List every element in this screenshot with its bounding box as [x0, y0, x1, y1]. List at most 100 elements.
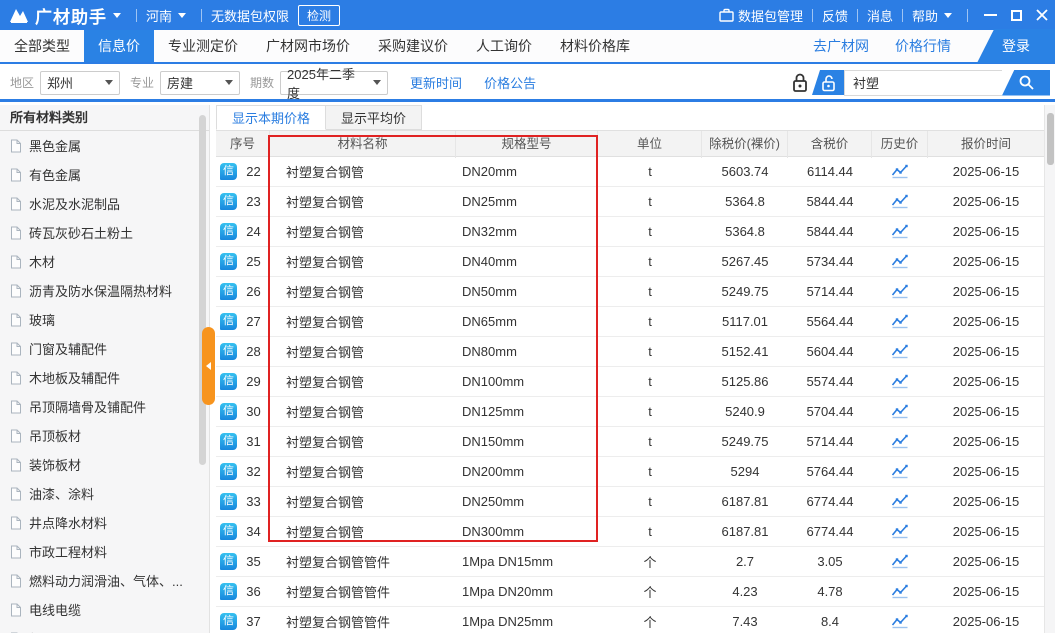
- history-chart-icon[interactable]: [891, 224, 909, 239]
- table-scrollbar[interactable]: [1044, 105, 1055, 633]
- table-row[interactable]: 信24衬塑复合钢管DN32mmt5364.85844.442025-06-15: [216, 217, 1044, 247]
- history-price-cell[interactable]: [872, 344, 928, 359]
- history-chart-icon[interactable]: [891, 314, 909, 329]
- nav-tab-0[interactable]: 全部类型: [0, 30, 84, 62]
- history-chart-icon[interactable]: [891, 524, 909, 539]
- sidebar-scrollbar-thumb[interactable]: [199, 115, 206, 465]
- nav-tab-3[interactable]: 广材网市场价: [252, 30, 364, 62]
- fuzzy-unlock-button[interactable]: [812, 70, 844, 95]
- history-price-cell[interactable]: [872, 194, 928, 209]
- history-price-cell[interactable]: [872, 224, 928, 239]
- history-chart-icon[interactable]: [891, 164, 909, 179]
- sidebar-item[interactable]: 砖瓦灰砂石土粉土: [0, 218, 209, 247]
- sidebar-item[interactable]: 有色金属: [0, 160, 209, 189]
- search-input[interactable]: [844, 70, 1002, 96]
- history-price-cell[interactable]: [872, 524, 928, 539]
- sidebar-item[interactable]: 门窗及辅配件: [0, 334, 209, 363]
- table-row[interactable]: 信35衬塑复合钢管管件1Mpa DN15mm个2.73.052025-06-15: [216, 547, 1044, 577]
- history-chart-icon[interactable]: [891, 404, 909, 419]
- sidebar-item[interactable]: 木地板及辅配件: [0, 363, 209, 392]
- table-scrollbar-thumb[interactable]: [1047, 113, 1054, 165]
- table-row[interactable]: 信32衬塑复合钢管DN200mmt52945764.442025-06-15: [216, 457, 1044, 487]
- goto-gcw-link[interactable]: 去广材网: [813, 36, 869, 56]
- history-price-cell[interactable]: [872, 284, 928, 299]
- major-select[interactable]: 房建: [160, 71, 240, 95]
- sidebar-item[interactable]: 黑色金属: [0, 131, 209, 160]
- nav-tab-5[interactable]: 人工询价: [462, 30, 546, 62]
- history-price-cell[interactable]: [872, 464, 928, 479]
- help-menu[interactable]: 帮助: [912, 6, 958, 25]
- message-link[interactable]: 消息: [867, 6, 893, 25]
- table-row[interactable]: 信30衬塑复合钢管DN125mmt5240.95704.442025-06-15: [216, 397, 1044, 427]
- price-quotes-link[interactable]: 价格行情: [895, 36, 951, 56]
- table-row[interactable]: 信26衬塑复合钢管DN50mmt5249.755714.442025-06-15: [216, 277, 1044, 307]
- nav-tab-6[interactable]: 材料价格库: [546, 30, 644, 62]
- history-price-cell[interactable]: [872, 554, 928, 569]
- history-price-cell[interactable]: [872, 254, 928, 269]
- sidebar-item[interactable]: 电线电缆: [0, 595, 209, 624]
- sidebar-item[interactable]: 吊顶隔墙骨及铺配件: [0, 392, 209, 421]
- nav-tab-1[interactable]: 信息价: [84, 30, 154, 62]
- sidebar-collapse-handle[interactable]: [202, 327, 215, 405]
- table-row[interactable]: 信33衬塑复合钢管DN250mmt6187.816774.442025-06-1…: [216, 487, 1044, 517]
- table-row[interactable]: 信23衬塑复合钢管DN25mmt5364.85844.442025-06-15: [216, 187, 1044, 217]
- history-chart-icon[interactable]: [891, 284, 909, 299]
- view-tab-1[interactable]: 显示平均价: [326, 105, 422, 130]
- app-caret-icon[interactable]: [113, 13, 121, 18]
- sidebar-item[interactable]: 井点降水材料: [0, 508, 209, 537]
- feedback-link[interactable]: 反馈: [822, 6, 848, 25]
- check-permission-button[interactable]: 检测: [298, 5, 340, 26]
- sidebar-item[interactable]: 沥青及防水保温隔热材料: [0, 276, 209, 305]
- table-row[interactable]: 信25衬塑复合钢管DN40mmt5267.455734.442025-06-15: [216, 247, 1044, 277]
- province-selector[interactable]: 河南: [146, 6, 192, 25]
- search-button[interactable]: [1002, 70, 1050, 96]
- history-price-cell[interactable]: [872, 614, 928, 629]
- nav-tab-4[interactable]: 采购建议价: [364, 30, 462, 62]
- sidebar-item[interactable]: 燃料动力润滑油、气体、...: [0, 566, 209, 595]
- sidebar-item[interactable]: 市政工程材料: [0, 537, 209, 566]
- sidebar-item[interactable]: 灯具: [0, 624, 209, 633]
- history-price-cell[interactable]: [872, 374, 928, 389]
- maximize-button[interactable]: [1003, 0, 1029, 30]
- minimize-button[interactable]: [977, 0, 1003, 30]
- view-tab-0[interactable]: 显示本期价格: [216, 105, 326, 130]
- table-row[interactable]: 信29衬塑复合钢管DN100mmt5125.865574.442025-06-1…: [216, 367, 1044, 397]
- update-time-link[interactable]: 更新时间: [410, 73, 462, 92]
- history-price-cell[interactable]: [872, 404, 928, 419]
- close-button[interactable]: [1029, 0, 1055, 30]
- sidebar-item[interactable]: 玻璃: [0, 305, 209, 334]
- nav-tab-2[interactable]: 专业测定价: [154, 30, 252, 62]
- region-select[interactable]: 郑州: [40, 71, 120, 95]
- sidebar-item[interactable]: 木材: [0, 247, 209, 276]
- package-manage-link[interactable]: 数据包管理: [719, 6, 803, 25]
- table-row[interactable]: 信37衬塑复合钢管管件1Mpa DN25mm个7.438.42025-06-15: [216, 607, 1044, 633]
- history-chart-icon[interactable]: [891, 554, 909, 569]
- history-chart-icon[interactable]: [891, 434, 909, 449]
- history-chart-icon[interactable]: [891, 254, 909, 269]
- table-row[interactable]: 信28衬塑复合钢管DN80mmt5152.415604.442025-06-15: [216, 337, 1044, 367]
- history-price-cell[interactable]: [872, 314, 928, 329]
- history-price-cell[interactable]: [872, 434, 928, 449]
- history-price-cell[interactable]: [872, 584, 928, 599]
- table-row[interactable]: 信36衬塑复合钢管管件1Mpa DN20mm个4.234.782025-06-1…: [216, 577, 1044, 607]
- price-notice-link[interactable]: 价格公告: [484, 73, 536, 92]
- history-price-cell[interactable]: [872, 494, 928, 509]
- sidebar-item[interactable]: 装饰板材: [0, 450, 209, 479]
- period-select[interactable]: 2025年二季度: [280, 71, 388, 95]
- login-button[interactable]: 登录: [977, 29, 1055, 63]
- history-chart-icon[interactable]: [891, 494, 909, 509]
- history-chart-icon[interactable]: [891, 584, 909, 599]
- sidebar-item[interactable]: 水泥及水泥制品: [0, 189, 209, 218]
- sidebar-item[interactable]: 油漆、涂料: [0, 479, 209, 508]
- table-row[interactable]: 信22衬塑复合钢管DN20mmt5603.746114.442025-06-15: [216, 157, 1044, 187]
- history-chart-icon[interactable]: [891, 464, 909, 479]
- table-row[interactable]: 信27衬塑复合钢管DN65mmt5117.015564.442025-06-15: [216, 307, 1044, 337]
- table-row[interactable]: 信31衬塑复合钢管DN150mmt5249.755714.442025-06-1…: [216, 427, 1044, 457]
- history-chart-icon[interactable]: [891, 344, 909, 359]
- table-row[interactable]: 信34衬塑复合钢管DN300mmt6187.816774.442025-06-1…: [216, 517, 1044, 547]
- sidebar-item[interactable]: 吊顶板材: [0, 421, 209, 450]
- exact-lock-icon[interactable]: [790, 72, 810, 94]
- history-chart-icon[interactable]: [891, 374, 909, 389]
- history-chart-icon[interactable]: [891, 614, 909, 629]
- history-chart-icon[interactable]: [891, 194, 909, 209]
